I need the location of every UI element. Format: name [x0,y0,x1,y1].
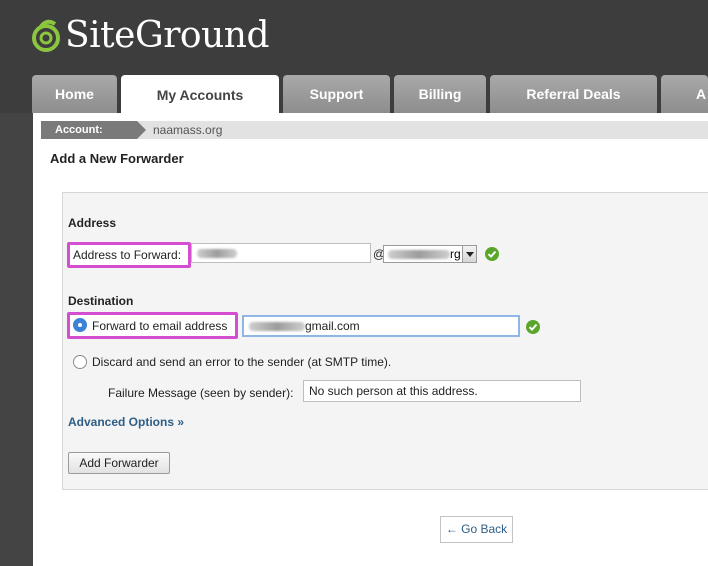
failure-message-input[interactable]: No such person at this address. [303,380,581,402]
breadcrumb-account-label: Account: [41,121,137,139]
forward-email-suffix: gmail.com [305,319,360,333]
add-forwarder-button[interactable]: Add Forwarder [68,452,170,474]
chevron-down-icon[interactable] [462,246,476,262]
tab-billing[interactable]: Billing [394,75,486,113]
siteground-logo[interactable]: SiteGround [31,12,270,60]
forward-radio[interactable] [73,318,87,332]
tab-support[interactable]: Support [283,75,390,113]
main-content: Account: naamass.org Add a New Forwarder… [33,113,708,566]
address-valid-check-icon [485,247,499,261]
address-heading: Address [68,216,117,230]
forwarder-form-panel: Address Address to Forward: @ rg Destina… [62,192,708,490]
tab-home[interactable]: Home [32,75,117,113]
left-gutter [0,113,33,566]
redacted-domain [388,250,450,260]
address-to-forward-input[interactable] [191,243,371,263]
failure-message-label: Failure Message (seen by sender): [108,386,294,400]
top-header: SiteGround Home My Accounts Support Bill… [0,0,708,115]
email-valid-check-icon [526,320,540,334]
go-back-button[interactable]: ← Go Back [440,516,513,543]
forward-email-input[interactable]: gmail.com [242,315,520,337]
domain-select[interactable]: rg [383,245,477,263]
discard-radio[interactable] [73,355,87,369]
breadcrumb-arrow-icon [137,121,146,139]
tab-my-accounts[interactable]: My Accounts [121,75,279,115]
advanced-options-link[interactable]: Advanced Options » [68,415,184,429]
address-to-forward-label: Address to Forward: [73,248,182,262]
brand-name: SiteGround [65,15,270,56]
redacted-address [197,249,237,259]
redacted-email [249,322,305,332]
discard-option-label[interactable]: Discard and send an error to the sender … [92,355,391,369]
breadcrumb-domain[interactable]: naamass.org [153,121,222,139]
tab-more[interactable]: A [661,75,708,113]
destination-heading: Destination [68,294,134,308]
siteground-swirl-icon [32,19,60,52]
domain-select-suffix: rg [450,247,461,261]
page-title: Add a New Forwarder [50,151,184,166]
forward-to-email-label[interactable]: Forward to email address [92,319,227,333]
breadcrumb: Account: naamass.org [41,121,708,139]
tab-referral-deals[interactable]: Referral Deals [490,75,657,113]
